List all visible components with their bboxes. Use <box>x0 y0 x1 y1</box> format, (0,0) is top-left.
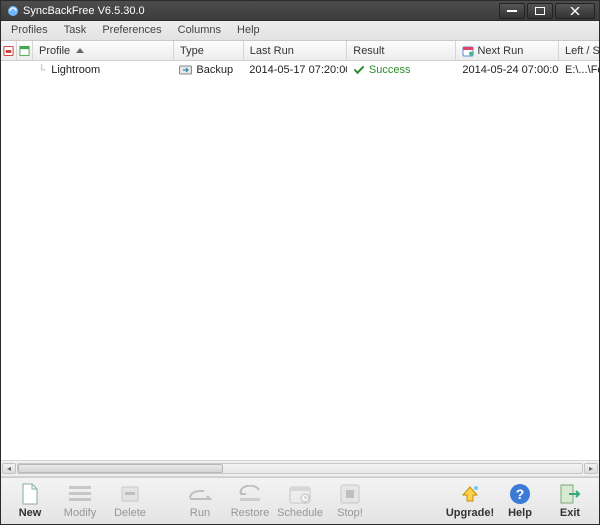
profile-name: Lightroom <box>51 64 100 76</box>
restore-icon <box>238 483 262 505</box>
run-button[interactable]: Run <box>175 479 225 523</box>
help-button[interactable]: ? Help <box>495 479 545 523</box>
type-value: Backup <box>196 64 233 76</box>
menu-columns[interactable]: Columns <box>170 21 229 40</box>
close-button[interactable] <box>555 3 595 19</box>
run-icon <box>188 483 212 505</box>
backup-icon <box>179 64 192 76</box>
horizontal-scrollbar[interactable]: ◂ ▸ <box>1 460 599 477</box>
exit-label: Exit <box>560 507 580 519</box>
column-result-label: Result <box>353 45 384 57</box>
column-result[interactable]: Result <box>347 41 456 60</box>
upgrade-button[interactable]: Upgrade! <box>445 479 495 523</box>
schedule-icon <box>288 483 312 505</box>
menu-task[interactable]: Task <box>56 21 95 40</box>
svg-text:?: ? <box>516 486 525 502</box>
cell-result: Success <box>347 63 456 77</box>
success-icon <box>353 64 365 76</box>
sort-ascending-icon <box>76 48 84 53</box>
upgrade-icon <box>458 483 482 505</box>
modify-button[interactable]: Modify <box>55 479 105 523</box>
next-run-value: 2014-05-24 07:00:00 <box>462 64 559 76</box>
schedule-label: Schedule <box>277 507 323 519</box>
cell-next-run: 2014-05-24 07:00:00 <box>456 63 559 77</box>
column-profile[interactable]: Profile <box>33 41 174 60</box>
app-icon <box>7 5 19 17</box>
schedule-button[interactable]: Schedule <box>275 479 325 523</box>
stop-label: Stop! <box>337 507 363 519</box>
maximize-button[interactable] <box>527 3 553 19</box>
menubar: Profiles Task Preferences Columns Help <box>1 21 599 41</box>
left-source-value: E:\...\Fotoalb <box>565 64 599 76</box>
column-last-run[interactable]: Last Run <box>244 41 347 60</box>
upgrade-label: Upgrade! <box>446 507 494 519</box>
scroll-right-arrow[interactable]: ▸ <box>584 463 598 474</box>
new-icon <box>18 483 42 505</box>
column-next-run-label: Next Run <box>477 45 523 57</box>
app-window: SyncBackFree V6.5.30.0 Profiles Task Pre… <box>0 0 600 525</box>
cell-left-source: E:\...\Fotoalb <box>559 63 599 77</box>
restore-label: Restore <box>231 507 270 519</box>
table-row[interactable]: └ Lightroom Backup 2014-05-17 07:20:00 S… <box>1 61 599 79</box>
cell-type: Backup <box>173 63 243 77</box>
window-controls <box>497 3 595 19</box>
menu-preferences[interactable]: Preferences <box>94 21 169 40</box>
delete-icon <box>118 483 142 505</box>
minimize-button[interactable] <box>499 3 525 19</box>
column-header-row: Profile Type Last Run Result Next Run Le… <box>1 41 599 61</box>
column-type-label: Type <box>180 45 204 57</box>
help-icon: ? <box>508 483 532 505</box>
modify-label: Modify <box>64 507 96 519</box>
column-last-run-label: Last Run <box>250 45 294 57</box>
new-label: New <box>19 507 42 519</box>
result-value: Success <box>369 64 411 76</box>
tree-branch-icon: └ <box>38 65 45 76</box>
exit-button[interactable]: Exit <box>545 479 595 523</box>
column-window-icon[interactable] <box>17 41 33 60</box>
delete-button[interactable]: Delete <box>105 479 155 523</box>
column-select-icon[interactable] <box>1 41 17 60</box>
menu-profiles[interactable]: Profiles <box>3 21 56 40</box>
modify-icon <box>68 483 92 505</box>
scroll-left-arrow[interactable]: ◂ <box>2 463 16 474</box>
window-title: SyncBackFree V6.5.30.0 <box>23 5 497 17</box>
column-left-source-label: Left / Source <box>565 45 600 57</box>
menu-help[interactable]: Help <box>229 21 268 40</box>
column-next-run[interactable]: Next Run <box>456 41 559 60</box>
new-button[interactable]: New <box>5 479 55 523</box>
toolbar: New Modify Delete Run Restore Schedule S… <box>1 477 599 524</box>
titlebar: SyncBackFree V6.5.30.0 <box>1 1 599 21</box>
calendar-icon <box>462 45 474 57</box>
run-label: Run <box>190 507 210 519</box>
exit-icon <box>558 483 582 505</box>
cell-last-run: 2014-05-17 07:20:00 <box>243 63 347 77</box>
stop-icon <box>338 483 362 505</box>
delete-label: Delete <box>114 507 146 519</box>
scroll-thumb[interactable] <box>18 464 223 473</box>
column-left-source[interactable]: Left / Source <box>559 41 599 60</box>
help-label: Help <box>508 507 532 519</box>
column-type[interactable]: Type <box>174 41 244 60</box>
column-profile-label: Profile <box>39 45 70 57</box>
stop-button[interactable]: Stop! <box>325 479 375 523</box>
cell-profile: └ Lightroom <box>32 63 173 77</box>
profile-grid[interactable]: └ Lightroom Backup 2014-05-17 07:20:00 S… <box>1 61 599 460</box>
restore-button[interactable]: Restore <box>225 479 275 523</box>
last-run-value: 2014-05-17 07:20:00 <box>249 64 347 76</box>
